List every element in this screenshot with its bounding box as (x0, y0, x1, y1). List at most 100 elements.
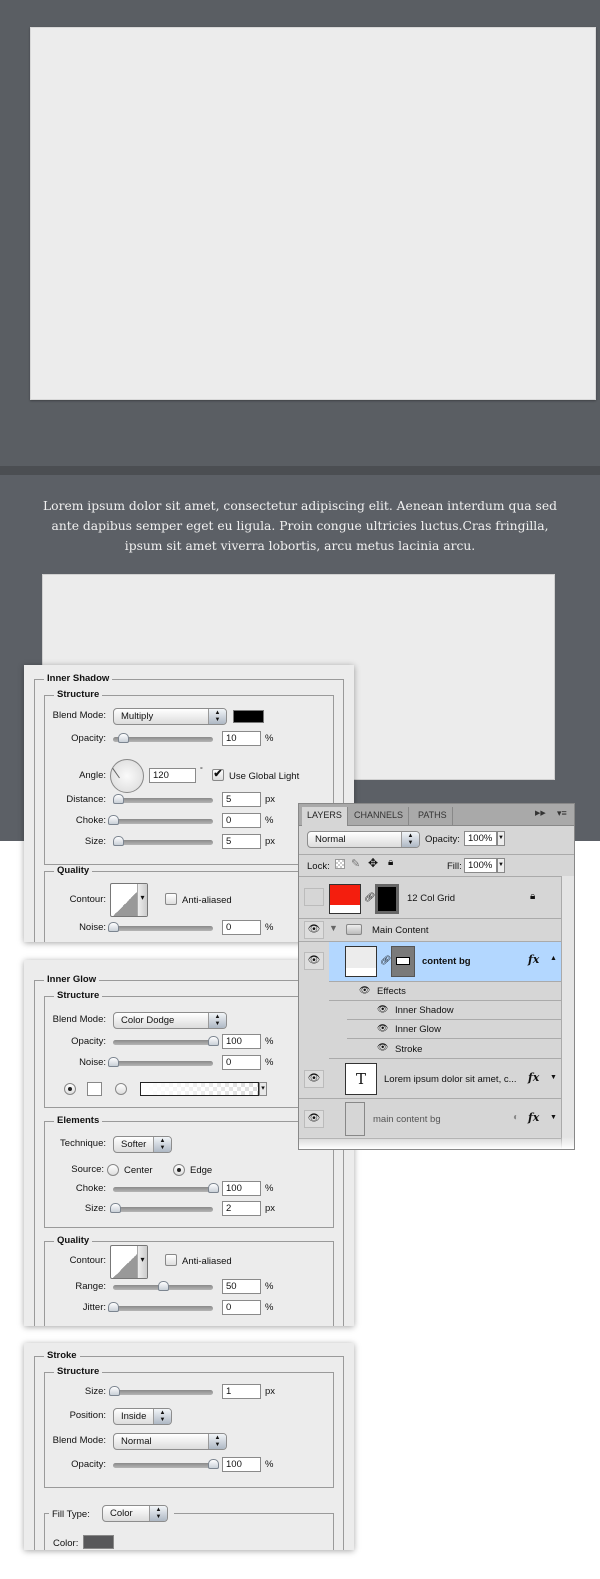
effects-row[interactable]: 👁︎ Effects (329, 982, 561, 1001)
blend-mode-select[interactable]: Multiply ▲ ▼ (113, 708, 227, 725)
noise-input[interactable]: 0 (222, 920, 261, 935)
technique-select[interactable]: Softer ▲ ▼ (113, 1136, 172, 1153)
fx-icon[interactable]: fx (528, 953, 539, 966)
fill-type-select[interactable]: Color ▲ ▼ (102, 1505, 168, 1522)
eye-icon[interactable]: 👁︎ (377, 1004, 388, 1015)
eye-icon[interactable]: 👁︎ (377, 1023, 388, 1034)
source-center-radio[interactable] (107, 1164, 119, 1176)
effect-row-inner-shadow[interactable]: 👁︎ Inner Shadow (347, 1001, 561, 1020)
layer-opacity-input[interactable]: 100% (464, 831, 497, 846)
expand-effects-icon[interactable]: ▼ (550, 1074, 557, 1081)
slider-thumb[interactable] (208, 1036, 219, 1046)
slider-thumb[interactable] (208, 1459, 219, 1469)
distance-input[interactable]: 5 (222, 792, 261, 807)
anti-aliased-checkbox[interactable] (165, 1254, 177, 1266)
slider-thumb[interactable] (208, 1183, 219, 1193)
slider-thumb[interactable] (108, 1302, 119, 1312)
panel-menu-icon[interactable]: ▾≡ (557, 808, 567, 819)
noise-slider[interactable] (108, 922, 213, 932)
lock-move-icon[interactable]: ✥ (368, 856, 378, 870)
contour-picker[interactable] (110, 883, 148, 917)
lock-paint-icon[interactable]: ✎ (351, 857, 360, 870)
glow-color-swatch[interactable] (87, 1082, 102, 1096)
lock-all-icon[interactable]: 🔒︎ (388, 857, 393, 868)
opacity-slider[interactable] (113, 733, 213, 743)
size-input[interactable]: 2 (222, 1201, 261, 1216)
angle-input[interactable]: 120 (149, 768, 196, 783)
fill-dropdown-icon[interactable]: ▼ (497, 858, 505, 873)
size-input[interactable]: 5 (222, 834, 261, 849)
stroke-color-swatch[interactable] (83, 1535, 114, 1549)
fill-input[interactable]: 100% (464, 858, 497, 873)
slider-thumb[interactable] (108, 1057, 119, 1067)
position-select[interactable]: Inside ▲ ▼ (113, 1408, 172, 1425)
opacity-slider[interactable] (113, 1459, 219, 1469)
source-edge-radio[interactable] (173, 1164, 185, 1176)
blend-mode-select[interactable]: Normal ▲ ▼ (113, 1433, 227, 1450)
expand-triangle-icon[interactable]: ▼ (329, 923, 338, 933)
fx-icon[interactable]: fx (528, 1071, 539, 1084)
choke-input[interactable]: 100 (222, 1181, 261, 1196)
jitter-slider[interactable] (108, 1302, 213, 1312)
angle-dial[interactable] (110, 759, 144, 793)
solid-color-radio[interactable] (64, 1083, 76, 1095)
eye-icon[interactable]: 👁︎ (377, 1042, 388, 1053)
opacity-dropdown-icon[interactable]: ▼ (497, 831, 505, 846)
choke-slider[interactable] (108, 815, 213, 825)
layer-group-main-content[interactable]: 👁︎ ▼ Main Content (299, 919, 561, 942)
gradient-radio[interactable] (115, 1083, 127, 1095)
layer-row-main-content-bg[interactable]: 👁︎ main content bg ◐ fx ▼ (299, 1099, 561, 1139)
range-input[interactable]: 50 (222, 1279, 261, 1294)
collapse-icon[interactable]: ▶▶ (535, 809, 546, 817)
layer-row-12-col-grid[interactable]: 🔗︎ 12 Col Grid 🔒︎ (299, 877, 561, 919)
eye-icon[interactable]: 👁︎ (359, 985, 370, 996)
size-slider[interactable] (109, 1386, 213, 1396)
opacity-input[interactable]: 100 (222, 1457, 261, 1472)
layer-row-text[interactable]: 👁︎ T Lorem ipsum dolor sit amet, c... fx… (299, 1059, 561, 1099)
eye-icon[interactable]: 👁︎ (304, 1110, 324, 1128)
range-slider[interactable] (113, 1281, 213, 1291)
layer-row-content-bg-selected[interactable]: 🔗︎ content bg fx ▲ (329, 942, 561, 982)
gradient-picker[interactable] (140, 1082, 259, 1096)
choke-slider[interactable] (113, 1183, 219, 1193)
expand-effects-icon[interactable]: ▼ (550, 1114, 557, 1121)
choke-input[interactable]: 0 (222, 813, 261, 828)
eye-icon[interactable]: 👁︎ (304, 1070, 324, 1088)
layers-scrollbar[interactable] (561, 876, 574, 1149)
contour-picker[interactable] (110, 1245, 148, 1279)
tab-layers[interactable]: LAYERS (302, 807, 348, 826)
use-global-light-checkbox[interactable]: ✔ (212, 769, 224, 781)
opacity-input[interactable]: 10 (222, 731, 261, 746)
slider-thumb[interactable] (109, 1386, 120, 1396)
slider-thumb[interactable] (158, 1281, 169, 1291)
slider-thumb[interactable] (118, 733, 129, 743)
lock-transparency-icon[interactable] (335, 859, 345, 869)
anti-aliased-checkbox[interactable] (165, 893, 177, 905)
blend-mode-select[interactable]: Color Dodge ▲ ▼ (113, 1012, 227, 1029)
noise-input[interactable]: 0 (222, 1055, 261, 1070)
visibility-toggle-off[interactable] (304, 888, 324, 906)
slider-thumb[interactable] (110, 1203, 121, 1213)
effect-row-stroke[interactable]: 👁︎ Stroke (329, 1039, 561, 1059)
slider-thumb[interactable] (113, 836, 124, 846)
tab-channels[interactable]: CHANNELS (349, 807, 410, 826)
eye-icon[interactable]: 👁︎ (304, 952, 324, 970)
shadow-color-swatch[interactable] (233, 710, 264, 723)
size-input[interactable]: 1 (222, 1384, 261, 1399)
slider-thumb[interactable] (108, 815, 119, 825)
jitter-input[interactable]: 0 (222, 1300, 261, 1315)
size-slider[interactable] (110, 1203, 213, 1213)
distance-slider[interactable] (113, 794, 213, 804)
effect-row-inner-glow[interactable]: 👁︎ Inner Glow (347, 1020, 561, 1039)
opacity-slider[interactable] (113, 1036, 219, 1046)
fx-icon[interactable]: fx (528, 1111, 539, 1124)
size-slider[interactable] (113, 836, 213, 846)
opacity-input[interactable]: 100 (222, 1034, 261, 1049)
tab-paths[interactable]: PATHS (413, 807, 453, 826)
noise-slider[interactable] (108, 1057, 213, 1067)
layer-blend-select[interactable]: Normal ▲ ▼ (307, 831, 420, 848)
gradient-dropdown-icon[interactable]: ▾ (259, 1082, 267, 1096)
collapse-effects-icon[interactable]: ▲ (550, 955, 557, 962)
slider-thumb[interactable] (108, 922, 119, 932)
slider-thumb[interactable] (113, 794, 124, 804)
